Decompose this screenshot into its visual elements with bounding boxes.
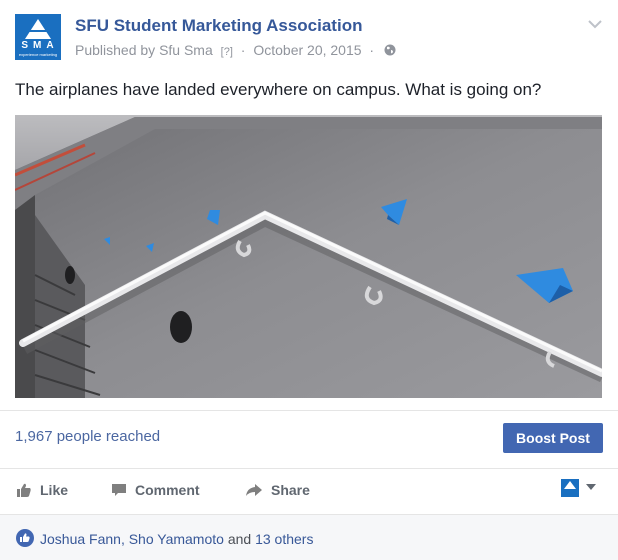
page-name-link[interactable]: SFU Student Marketing Association xyxy=(75,16,362,36)
logo-subtext: experience marketing xyxy=(18,52,58,57)
like-button[interactable]: Like xyxy=(16,480,68,500)
share-button[interactable]: Share xyxy=(245,480,310,500)
chevron-down-icon[interactable] xyxy=(588,16,602,34)
liker-names[interactable]: Joshua Fann, Sho Yamamoto xyxy=(40,531,224,547)
share-arrow-icon xyxy=(246,484,262,496)
page-avatar[interactable]: SMA experience marketing xyxy=(15,14,61,60)
like-badge-icon xyxy=(16,529,34,547)
share-label: Share xyxy=(271,482,310,498)
help-link[interactable]: [?] xyxy=(221,46,233,58)
globe-icon[interactable] xyxy=(384,43,396,59)
reach-count[interactable]: 1,967 people reached xyxy=(15,428,160,445)
acting-as-avatar[interactable] xyxy=(561,479,579,497)
likes-summary: Joshua Fann, Sho Yamamoto and 13 others xyxy=(0,514,618,560)
boost-post-button[interactable]: Boost Post xyxy=(503,423,603,453)
publisher-name[interactable]: Sfu Sma xyxy=(159,42,213,58)
post-photo[interactable] xyxy=(15,115,602,398)
thumbs-up-icon xyxy=(17,483,31,497)
comment-icon xyxy=(112,484,126,496)
comment-button[interactable]: Comment xyxy=(111,480,200,500)
post-meta: Published by Sfu Sma [?] · October 20, 2… xyxy=(75,42,396,59)
others-link[interactable]: 13 others xyxy=(255,531,313,547)
post-card: SMA experience marketing SFU Student Mar… xyxy=(0,0,618,560)
published-by-label: Published by xyxy=(75,42,156,58)
like-label: Like xyxy=(40,482,69,498)
logo-text: SMA xyxy=(21,40,59,51)
likers-text: Joshua Fann, Sho Yamamoto and 13 others xyxy=(40,531,314,547)
caret-down-icon[interactable] xyxy=(586,484,596,490)
logo-triangle xyxy=(25,19,51,39)
comment-label: Comment xyxy=(135,482,200,498)
post-date[interactable]: October 20, 2015 xyxy=(253,42,361,58)
post-text: The airplanes have landed everywhere on … xyxy=(15,80,542,99)
